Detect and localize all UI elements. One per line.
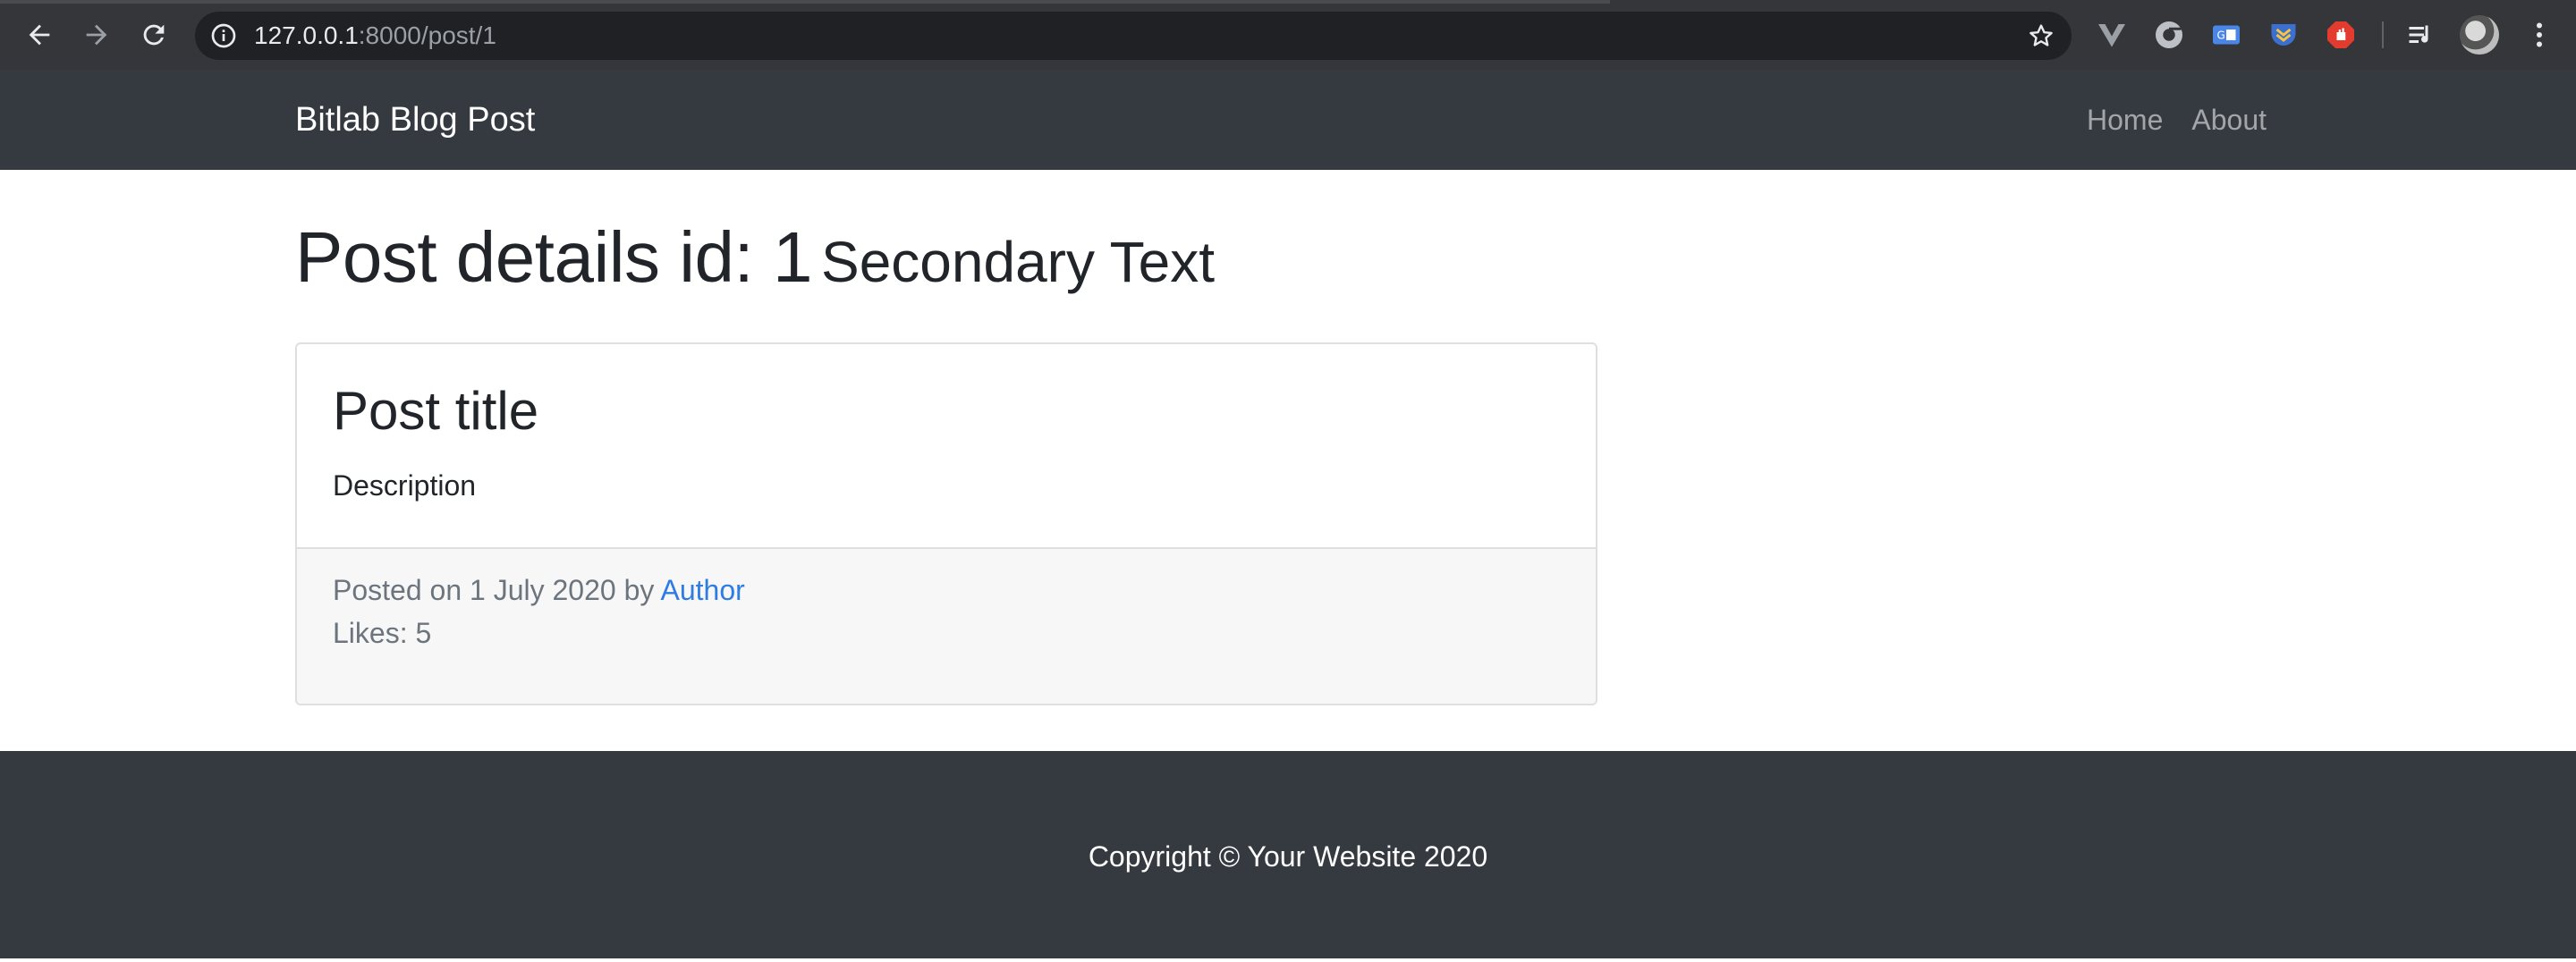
forward-icon[interactable] xyxy=(79,17,114,53)
url-path: :8000/post/1 xyxy=(358,21,496,49)
post-card-footer: Posted on 1 July 2020 by Author Likes: 5 xyxy=(297,549,1596,704)
posted-on-text: Posted on 1 July 2020 by xyxy=(333,574,661,606)
svg-text:G: G xyxy=(2217,30,2225,42)
tab-strip-edge xyxy=(0,0,1610,4)
url-text[interactable]: 127.0.0.1:8000/post/1 xyxy=(254,12,496,60)
navbar-brand[interactable]: Bitlab Blog Post xyxy=(295,70,535,170)
nav-link-about[interactable]: About xyxy=(2191,104,2267,137)
likes-count: Likes: 5 xyxy=(333,617,432,649)
site-info-icon[interactable] xyxy=(209,21,238,50)
pocket-extension-icon[interactable] xyxy=(2267,18,2301,52)
url-host: 127.0.0.1 xyxy=(254,21,359,49)
kebab-menu-icon[interactable] xyxy=(2522,18,2556,52)
post-card-body: Post title Description xyxy=(297,344,1596,549)
page-title-primary: Post details id: 1 xyxy=(295,217,813,297)
back-icon[interactable] xyxy=(21,17,57,53)
toolbar-divider xyxy=(2382,21,2384,48)
nav-links: Home About xyxy=(2058,70,2267,170)
address-bar[interactable]: 127.0.0.1:8000/post/1 xyxy=(195,12,2072,60)
profile-avatar[interactable] xyxy=(2460,15,2499,55)
copyright-text: Copyright © Your Website 2020 xyxy=(1088,840,1488,873)
post-description: Description xyxy=(333,469,477,502)
site-navbar: Bitlab Blog Post Home About xyxy=(0,70,2576,170)
browser-toolbar: 127.0.0.1:8000/post/1 G xyxy=(0,0,2576,70)
post-card: Post title Description Posted on 1 July … xyxy=(295,342,1597,705)
post-meta: Posted on 1 July 2020 by Author xyxy=(333,574,745,607)
adblock-icon[interactable] xyxy=(2324,18,2358,52)
chrome-extension-icon[interactable] xyxy=(2152,18,2186,52)
vue-devtools-icon[interactable] xyxy=(2095,18,2129,52)
author-link[interactable]: Author xyxy=(660,574,744,606)
page-title: Post details id: 1 Secondary Text xyxy=(295,216,1215,299)
bookmark-star-icon[interactable] xyxy=(2027,21,2055,50)
post-title: Post title xyxy=(333,381,539,441)
site-footer: Copyright © Your Website 2020 xyxy=(0,751,2576,958)
translate-extension-icon[interactable]: G xyxy=(2209,18,2243,52)
reload-icon[interactable] xyxy=(136,17,172,53)
reading-list-icon[interactable] xyxy=(2404,18,2438,52)
nav-link-home[interactable]: Home xyxy=(2087,104,2163,137)
page-title-secondary: Secondary Text xyxy=(821,230,1215,294)
